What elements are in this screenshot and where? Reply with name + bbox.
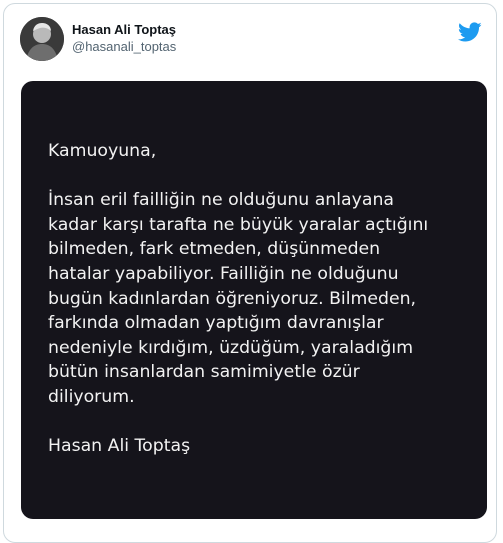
statement-line: bugün kadınlardan öğreniyoruz. Bilmeden, (48, 288, 417, 309)
statement-line: diliyorum. (48, 386, 135, 407)
tweet-image[interactable]: Kamuoyuna, İnsan eril failliğin ne olduğ… (21, 81, 487, 519)
avatar[interactable] (20, 17, 64, 61)
statement-salutation: Kamuoyuna, (48, 141, 157, 161)
statement-line: İnsan eril failliğin ne olduğunu anlayan… (48, 190, 395, 211)
statement-line: bilmeden, fark etmeden, düşünmeden (48, 239, 381, 260)
twitter-bird-icon[interactable] (458, 20, 482, 44)
tweet-header: Hasan Ali Toptaş @hasanali_toptas (20, 16, 484, 64)
statement-line: hatalar yapabiliyor. Failliğin ne olduğu… (48, 263, 399, 284)
statement-text: Kamuoyuna, İnsan eril failliğin ne olduğ… (48, 139, 467, 459)
statement-line: bütün insanlardan samimiyetle özür (48, 362, 360, 383)
statement-line: kadar karşı tarafta ne büyük yaralar açt… (48, 214, 429, 235)
display-name[interactable]: Hasan Ali Toptaş (72, 22, 176, 38)
user-handle[interactable]: @hasanali_toptas (72, 38, 176, 56)
statement-signature: Hasan Ali Toptaş (48, 436, 191, 457)
tweet-card: Hasan Ali Toptaş @hasanali_toptas Kamuoy… (3, 3, 497, 543)
avatar-portrait-icon (20, 17, 64, 61)
statement-line: farkında olmadan yaptığım davranışlar (48, 313, 384, 334)
user-meta: Hasan Ali Toptaş @hasanali_toptas (72, 22, 176, 56)
statement-line: nedeniyle kırdığım, üzdüğüm, yaraladığım (48, 337, 414, 358)
